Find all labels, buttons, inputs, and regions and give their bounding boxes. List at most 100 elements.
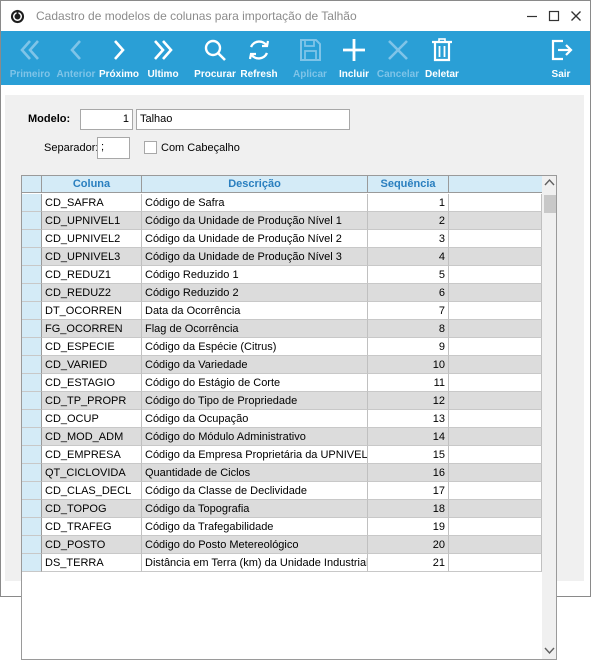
maximize-icon[interactable] [544,7,564,25]
cell-sequencia[interactable]: 18 [368,500,449,518]
cell-coluna[interactable]: CD_TP_PROPR [42,392,142,410]
cell-descricao[interactable]: Código da Espécie (Citrus) [142,338,368,356]
cell-descricao[interactable]: Código do Módulo Administrativo [142,428,368,446]
cell-sequencia[interactable]: 5 [368,266,449,284]
cell-descricao[interactable]: Código da Topografia [142,500,368,518]
apply-button[interactable]: Aplicar [289,31,331,85]
cell-descricao[interactable]: Código do Tipo de Propriedade [142,392,368,410]
table-row[interactable]: CD_REDUZ1 Código Reduzido 15 [22,266,542,284]
table-row[interactable]: CD_MOD_ADM Código do Módulo Administrativ… [22,428,542,446]
separador-field[interactable]: ; [97,137,130,159]
header-coluna[interactable]: Coluna [42,176,142,192]
cell-sequencia[interactable]: 10 [368,356,449,374]
cell-sequencia[interactable]: 12 [368,392,449,410]
vertical-scrollbar[interactable] [542,176,556,659]
cell-sequencia[interactable]: 7 [368,302,449,320]
first-button[interactable]: Primeiro [6,31,54,85]
cell-coluna[interactable]: CD_SAFRA [42,194,142,212]
cell-coluna[interactable]: CD_EMPRESA [42,446,142,464]
cell-coluna[interactable]: CD_REDUZ2 [42,284,142,302]
header-sequencia[interactable]: Sequência [368,176,449,192]
header-descricao[interactable]: Descrição [142,176,368,192]
cell-sequencia[interactable]: 3 [368,230,449,248]
refresh-button[interactable]: Refresh [238,31,280,85]
cell-coluna[interactable]: CD_ESTAGIO [42,374,142,392]
cell-coluna[interactable]: CD_UPNIVEL2 [42,230,142,248]
close-icon[interactable] [566,7,586,25]
cell-coluna[interactable]: CD_POSTO [42,536,142,554]
cell-descricao[interactable]: Código da Classe de Declividade [142,482,368,500]
table-row[interactable]: DS_TERRA Distância em Terra (km) da Unida… [22,554,542,572]
previous-button[interactable]: Anterior [54,31,98,85]
cell-coluna[interactable]: QT_CICLOVIDA [42,464,142,482]
cell-coluna[interactable]: CD_TOPOG [42,500,142,518]
cell-coluna[interactable]: CD_VARIED [42,356,142,374]
cell-descricao[interactable]: Código do Estágio de Corte [142,374,368,392]
table-row[interactable]: CD_SAFRA Código de Safra 1 [22,194,542,212]
cell-sequencia[interactable]: 13 [368,410,449,428]
table-row[interactable]: CD_TP_PROPR Código do Tipo de Propriedade… [22,392,542,410]
exit-button[interactable]: Sair [541,31,581,85]
cell-sequencia[interactable]: 11 [368,374,449,392]
cell-descricao[interactable]: Data da Ocorrência [142,302,368,320]
cell-sequencia[interactable]: 14 [368,428,449,446]
table-row[interactable]: CD_ESPECIE Código da Espécie (Citrus) 9 [22,338,542,356]
cell-descricao[interactable]: Código Reduzido 1 [142,266,368,284]
scroll-up-icon[interactable] [544,178,555,187]
table-row[interactable]: CD_POSTO Código do Posto Metereológico 20 [22,536,542,554]
cell-descricao[interactable]: Distância em Terra (km) da Unidade Indus… [142,554,368,572]
cell-sequencia[interactable]: 2 [368,212,449,230]
table-row[interactable]: CD_VARIED Código da Variedade 10 [22,356,542,374]
cell-sequencia[interactable]: 21 [368,554,449,572]
cell-descricao[interactable]: Código de Safra [142,194,368,212]
cell-descricao[interactable]: Código do Posto Metereológico [142,536,368,554]
add-button[interactable]: Incluir [334,31,374,85]
cell-coluna[interactable]: CD_UPNIVEL3 [42,248,142,266]
cell-sequencia[interactable]: 4 [368,248,449,266]
modelo-code-field[interactable]: 1 [80,109,133,130]
cell-sequencia[interactable]: 8 [368,320,449,338]
cell-sequencia[interactable]: 16 [368,464,449,482]
search-button[interactable]: Procurar [192,31,238,85]
cell-descricao[interactable]: Flag de Ocorrência [142,320,368,338]
cancel-button[interactable]: Cancelar [375,31,421,85]
cell-sequencia[interactable]: 20 [368,536,449,554]
cell-coluna[interactable]: CD_ESPECIE [42,338,142,356]
delete-button[interactable]: Deletar [421,31,463,85]
cell-sequencia[interactable]: 1 [368,194,449,212]
table-row[interactable]: CD_REDUZ2 Código Reduzido 26 [22,284,542,302]
cell-coluna[interactable]: CD_TRAFEG [42,518,142,536]
table-row[interactable]: DT_OCORREN Data da Ocorrência 7 [22,302,542,320]
minimize-icon[interactable] [522,7,542,25]
table-row[interactable]: CD_UPNIVEL1 Código da Unidade de Produção… [22,212,542,230]
cell-sequencia[interactable]: 6 [368,284,449,302]
cell-descricao[interactable]: Código da Unidade de Produção Nível 2 [142,230,368,248]
cell-descricao[interactable]: Código Reduzido 2 [142,284,368,302]
scroll-thumb[interactable] [544,195,556,213]
cell-coluna[interactable]: DT_OCORREN [42,302,142,320]
table-row[interactable]: CD_UPNIVEL2 Código da Unidade de Produção… [22,230,542,248]
cell-descricao[interactable]: Código da Empresa Proprietária da UPNIVE… [142,446,368,464]
cell-coluna[interactable]: CD_UPNIVEL1 [42,212,142,230]
table-row[interactable]: CD_ESTAGIO Código do Estágio de Corte 11 [22,374,542,392]
table-row[interactable]: CD_UPNIVEL3 Código da Unidade de Produção… [22,248,542,266]
cell-coluna[interactable]: CD_REDUZ1 [42,266,142,284]
cell-coluna[interactable]: CD_OCUP [42,410,142,428]
table-row[interactable]: CD_EMPRESA Código da Empresa Proprietária… [22,446,542,464]
cell-descricao[interactable]: Código da Variedade [142,356,368,374]
next-button[interactable]: Próximo [98,31,140,85]
cell-descricao[interactable]: Quantidade de Ciclos [142,464,368,482]
modelo-name-field[interactable]: Talhao [136,109,350,130]
cell-descricao[interactable]: Código da Unidade de Produção Nível 3 [142,248,368,266]
cell-coluna[interactable]: CD_CLAS_DECL [42,482,142,500]
cell-coluna[interactable]: CD_MOD_ADM [42,428,142,446]
table-row[interactable]: CD_TOPOG Código da Topografia 18 [22,500,542,518]
cell-coluna[interactable]: DS_TERRA [42,554,142,572]
cell-descricao[interactable]: Código da Trafegabilidade [142,518,368,536]
cell-sequencia[interactable]: 19 [368,518,449,536]
cell-sequencia[interactable]: 17 [368,482,449,500]
cell-descricao[interactable]: Código da Ocupação [142,410,368,428]
table-row[interactable]: CD_OCUP Código da Ocupação 13 [22,410,542,428]
table-row[interactable]: CD_TRAFEG Código da Trafegabilidade 19 [22,518,542,536]
cell-sequencia[interactable]: 9 [368,338,449,356]
